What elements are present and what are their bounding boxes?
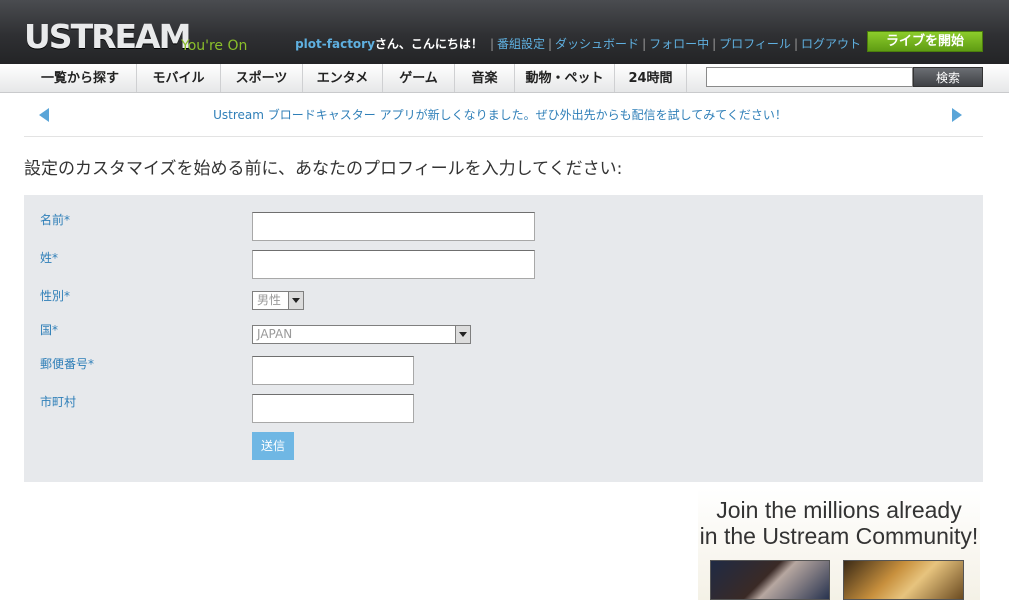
country-label: 国* bbox=[40, 323, 59, 337]
following-link[interactable]: フォロー中 bbox=[649, 36, 709, 52]
gender-select[interactable]: 男性 bbox=[252, 291, 304, 310]
profile-link[interactable]: プロフィール bbox=[719, 36, 791, 52]
nav-item-music[interactable]: 音楽 bbox=[455, 64, 515, 92]
first-name-label: 名前* bbox=[40, 213, 71, 227]
logo-tagline: You're On bbox=[181, 38, 248, 54]
gender-select-value: 男性 bbox=[257, 293, 282, 307]
nav-item-pets[interactable]: 動物・ペット bbox=[515, 64, 615, 92]
promo-photo bbox=[710, 560, 830, 600]
gender-label: 性別* bbox=[40, 289, 71, 303]
search-button[interactable]: 検索 bbox=[913, 67, 983, 87]
search-input[interactable] bbox=[706, 67, 913, 87]
postal-code-input[interactable] bbox=[252, 356, 414, 385]
promo-text: Join the millions already in the Ustream… bbox=[698, 497, 980, 549]
first-name-input[interactable] bbox=[252, 212, 535, 241]
top-header: USTREAM You're On plot-factory さん、こんにちは！… bbox=[0, 0, 1009, 64]
postal-code-label: 郵便番号* bbox=[40, 357, 95, 371]
logout-link[interactable]: ログアウト bbox=[801, 36, 861, 52]
link-separator: | bbox=[712, 37, 717, 51]
divider bbox=[24, 136, 983, 137]
nav-item-browse[interactable]: 一覧から探す bbox=[24, 64, 137, 92]
link-separator: | bbox=[642, 37, 647, 51]
nav-item-24h[interactable]: 24時間 bbox=[615, 64, 687, 92]
arrow-left-icon[interactable] bbox=[39, 108, 49, 122]
link-separator: | bbox=[793, 37, 798, 51]
arrow-right-icon[interactable] bbox=[952, 108, 962, 122]
dashboard-link[interactable]: ダッシュボード bbox=[555, 36, 639, 52]
chevron-down-icon[interactable] bbox=[455, 326, 470, 343]
page-title: 設定のカスタマイズを始める前に、あなたのプロフィールを入力してください: bbox=[24, 159, 623, 179]
link-separator: | bbox=[489, 37, 494, 51]
last-name-input[interactable] bbox=[252, 250, 535, 279]
promo-line-2: in the Ustream Community! bbox=[699, 523, 979, 549]
nav-item-entertainment[interactable]: エンタメ bbox=[303, 64, 383, 92]
nav-item-games[interactable]: ゲーム bbox=[383, 64, 455, 92]
user-links: plot-factory さん、こんにちは！ | 番組設定 | ダッシュボード … bbox=[295, 36, 861, 52]
ustream-logo[interactable]: USTREAM bbox=[24, 18, 191, 56]
city-label: 市町村 bbox=[40, 395, 77, 409]
last-name-label: 姓* bbox=[40, 251, 59, 265]
nav-item-mobile[interactable]: モバイル bbox=[137, 64, 221, 92]
link-separator: | bbox=[548, 37, 553, 51]
country-select[interactable]: JAPAN bbox=[252, 325, 471, 344]
submit-button[interactable]: 送信 bbox=[252, 432, 294, 460]
nav-item-sports[interactable]: スポーツ bbox=[221, 64, 303, 92]
greeting-text: さん、こんにちは！ bbox=[374, 37, 483, 51]
city-input[interactable] bbox=[252, 394, 414, 423]
username-link[interactable]: plot-factory bbox=[295, 36, 375, 52]
promo-photo bbox=[843, 560, 964, 600]
promo-line-1: Join the millions already bbox=[716, 497, 962, 523]
channel-settings-link[interactable]: 番組設定 bbox=[497, 36, 545, 52]
announcement-text[interactable]: Ustream ブロードキャスター アプリが新しくなりました。ぜひ外出先からも配… bbox=[60, 107, 940, 123]
country-select-value: JAPAN bbox=[257, 327, 293, 341]
chevron-down-icon[interactable] bbox=[288, 292, 303, 309]
go-live-button[interactable]: ライブを開始 bbox=[867, 31, 983, 52]
